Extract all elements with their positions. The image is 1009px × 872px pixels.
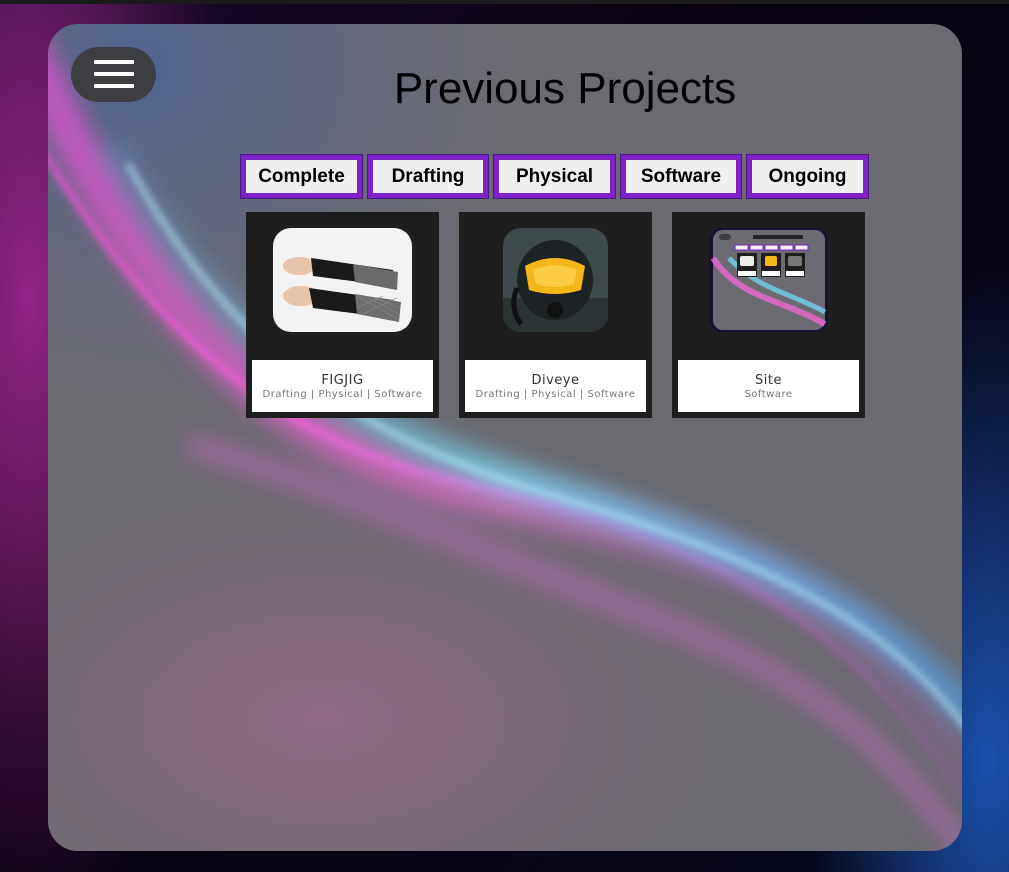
project-caption: Site Software	[678, 360, 859, 412]
project-card-figjig[interactable]: FIGJIG Drafting | Physical | Software	[246, 212, 439, 418]
filter-software-button[interactable]: Software	[620, 154, 742, 199]
filter-complete-button[interactable]: Complete	[240, 154, 363, 199]
page-title: Previous Projects	[393, 64, 737, 113]
project-tags: Drafting | Physical | Software	[475, 389, 636, 400]
top-bar	[0, 0, 1009, 4]
project-name: FIGJIG	[321, 373, 364, 388]
wrist-brace-image	[273, 228, 412, 332]
project-name: Diveye	[531, 373, 580, 388]
filter-physical-button[interactable]: Physical	[493, 154, 616, 199]
filter-bar: Complete Drafting Physical Software Ongo…	[240, 154, 869, 199]
main-panel: Previous Projects Complete Drafting Phys…	[48, 24, 962, 851]
filter-ongoing-button[interactable]: Ongoing	[746, 154, 869, 199]
project-caption: Diveye Drafting | Physical | Software	[465, 360, 646, 412]
site-screenshot-image	[709, 228, 828, 332]
project-card-diveye[interactable]: Diveye Drafting | Physical | Software	[459, 212, 652, 418]
project-grid: FIGJIG Drafting | Physical | Software Di…	[246, 212, 865, 418]
project-name: Site	[755, 373, 782, 388]
diving-helmet-image	[503, 228, 608, 332]
project-caption: FIGJIG Drafting | Physical | Software	[252, 360, 433, 412]
project-tags: Software	[744, 389, 793, 400]
background-light-streaks	[48, 24, 962, 851]
project-tags: Drafting | Physical | Software	[262, 389, 423, 400]
project-card-site[interactable]: Site Software	[672, 212, 865, 418]
filter-drafting-button[interactable]: Drafting	[367, 154, 489, 199]
